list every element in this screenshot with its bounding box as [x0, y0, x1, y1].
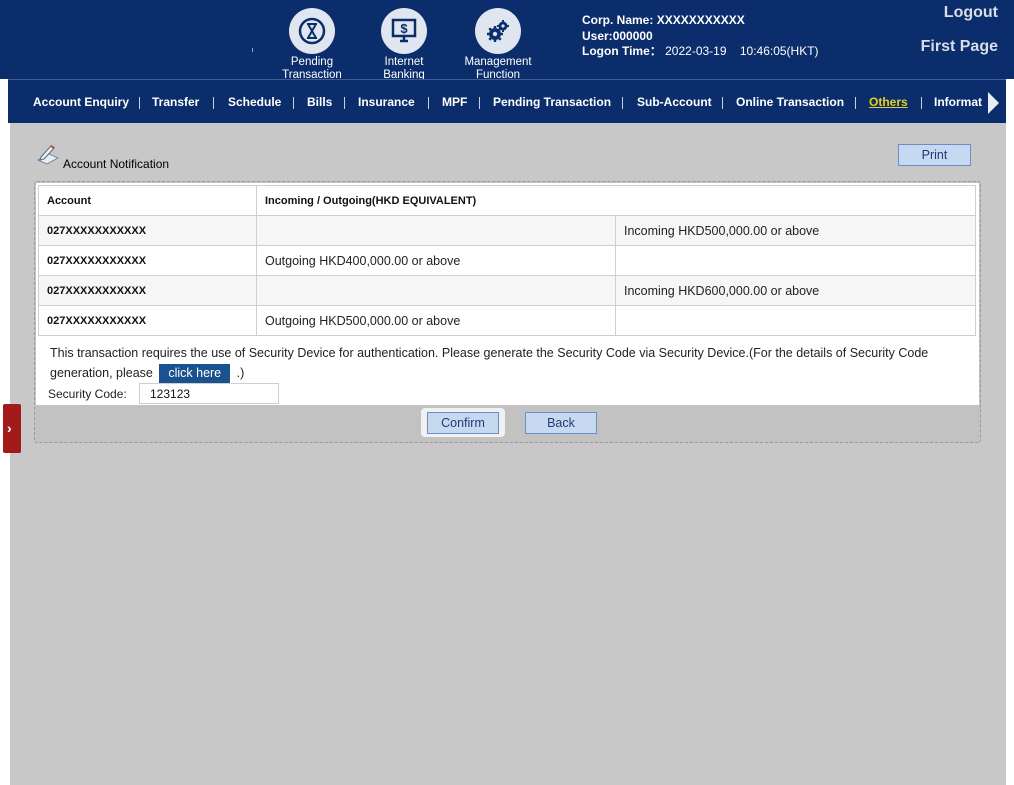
security-message: This transaction requires the use of Sec… — [50, 343, 970, 383]
user-label: User: — [582, 28, 613, 43]
first-page-link[interactable]: First Page — [921, 38, 998, 56]
top-header: Pending Transaction $ Internet Banking M… — [0, 0, 1014, 81]
nav-item-pending-transaction[interactable]: Pending Transaction — [493, 95, 611, 109]
session-info: Corp. Name: XXXXXXXXXXX User:000000 Logo… — [582, 13, 819, 60]
table-row: 027XXXXXXXXXXX Incoming HKD500,000.00 or… — [38, 215, 976, 246]
incoming-cell — [615, 245, 976, 276]
security-message-end: .) — [236, 366, 245, 380]
account-cell: 027XXXXXXXXXXX — [38, 305, 257, 336]
header-divider-dot — [252, 48, 253, 52]
nav-separator — [293, 97, 294, 109]
corp-name-label: Corp. Name: — [582, 13, 654, 27]
nav-scroll-right-icon[interactable] — [988, 92, 999, 114]
nav-item-mpf[interactable]: MPF — [442, 95, 467, 109]
incoming-cell: Incoming HKD500,000.00 or above — [615, 215, 976, 246]
nav-separator — [139, 97, 140, 109]
nav-item-insurance[interactable]: Insurance — [358, 95, 415, 109]
nav-item-schedule[interactable]: Schedule — [228, 95, 281, 109]
logon-time-value: 2022-03-19 10:46:05(HKT) — [665, 44, 819, 58]
nav-item-sub-account[interactable]: Sub-Account — [637, 95, 712, 109]
notification-table: Account Incoming / Outgoing(HKD EQUIVALE… — [38, 185, 976, 336]
back-button[interactable]: Back — [525, 412, 597, 434]
nav-item-information[interactable]: Informat — [934, 95, 984, 109]
table-header-row: Account Incoming / Outgoing(HKD EQUIVALE… — [38, 185, 976, 216]
management-function-shortcut[interactable]: Management Function — [458, 8, 538, 81]
nav-separator — [479, 97, 480, 109]
outgoing-cell — [256, 275, 616, 306]
corp-name-value: XXXXXXXXXXX — [656, 13, 745, 27]
nav-separator — [855, 97, 856, 109]
logon-time-label: Logon Time： — [582, 44, 662, 58]
table-row: 027XXXXXXXXXXX Outgoing HKD500,000.00 or… — [38, 305, 976, 336]
column-header-incoming-outgoing: Incoming / Outgoing(HKD EQUIVALENT) — [256, 185, 976, 216]
side-panel-toggle[interactable]: › — [3, 404, 21, 453]
account-cell: 027XXXXXXXXXXX — [38, 275, 257, 306]
management-function-label-1: Management — [464, 56, 532, 68]
internet-banking-shortcut[interactable]: $ Internet Banking — [364, 8, 444, 81]
nav-item-transfer[interactable]: Transfer — [152, 95, 199, 109]
account-cell: 027XXXXXXXXXXX — [38, 245, 257, 276]
security-code-input[interactable] — [139, 383, 279, 404]
main-nav: Account Enquiry Transfer Schedule Bills … — [8, 79, 1006, 123]
pending-transaction-label-1: Pending — [290, 56, 334, 68]
outgoing-cell: Outgoing HKD500,000.00 or above — [256, 305, 616, 336]
pending-transaction-shortcut[interactable]: Pending Transaction — [272, 8, 352, 81]
click-here-link[interactable]: click here — [159, 364, 231, 383]
logout-link[interactable]: Logout — [944, 4, 998, 22]
table-row: 027XXXXXXXXXXX Outgoing HKD400,000.00 or… — [38, 245, 976, 276]
table-row: 027XXXXXXXXXXX Incoming HKD600,000.00 or… — [38, 275, 976, 306]
nav-item-others[interactable]: Others — [869, 95, 908, 109]
incoming-cell: Incoming HKD600,000.00 or above — [615, 275, 976, 306]
management-function-icon — [475, 8, 521, 54]
nav-separator — [428, 97, 429, 109]
nav-item-bills[interactable]: Bills — [307, 95, 332, 109]
user-value: 000000 — [612, 28, 653, 43]
column-header-account: Account — [38, 185, 257, 216]
nav-separator — [722, 97, 723, 109]
outgoing-cell: Outgoing HKD400,000.00 or above — [256, 245, 616, 276]
security-code-label: Security Code: — [48, 387, 127, 401]
nav-separator — [622, 97, 623, 109]
pending-transaction-icon — [289, 8, 335, 54]
internet-banking-label-1: Internet — [384, 56, 424, 68]
internet-banking-icon: $ — [381, 8, 427, 54]
incoming-cell — [615, 305, 976, 336]
svg-text:$: $ — [400, 21, 408, 36]
nav-separator — [213, 97, 214, 109]
print-button[interactable]: Print — [898, 144, 971, 166]
chevron-right-icon: › — [7, 420, 12, 436]
nav-separator — [921, 97, 922, 109]
outgoing-cell — [256, 215, 616, 246]
notification-pencil-icon — [36, 143, 60, 168]
page-title: Account Notification — [63, 157, 170, 171]
nav-item-online-transaction[interactable]: Online Transaction — [736, 95, 844, 109]
nav-separator — [344, 97, 345, 109]
confirm-button[interactable]: Confirm — [427, 412, 499, 434]
account-cell: 027XXXXXXXXXXX — [38, 215, 257, 246]
nav-item-account-enquiry[interactable]: Account Enquiry — [33, 95, 129, 109]
